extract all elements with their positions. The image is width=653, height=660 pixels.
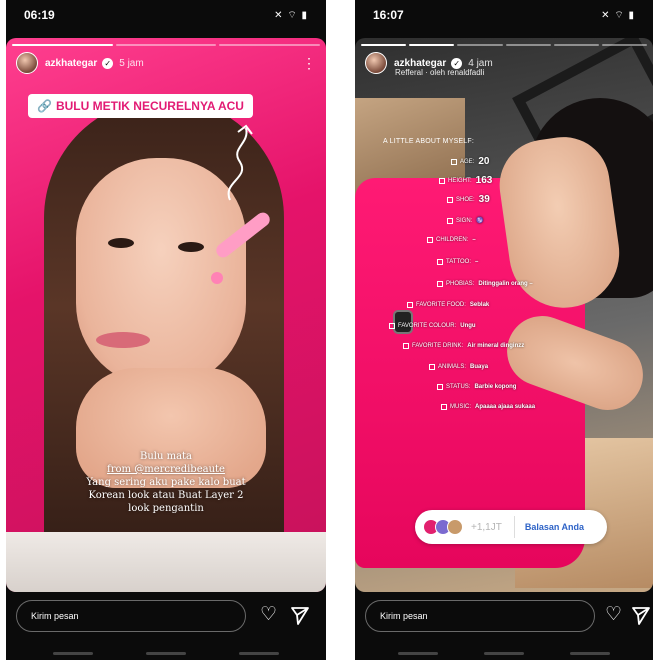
about-row: STATUS: Barbie kopong <box>437 384 516 390</box>
about-row: SHOE: 39 <box>447 194 490 205</box>
story-screen-left: 06:19 ✕ ⌔ ▮ azkhategar ✓ 5 jam ⋮ 🔗 BULU … <box>6 0 326 660</box>
story-progress <box>361 44 648 46</box>
more-options-icon[interactable]: ⋮ <box>302 56 316 70</box>
link-sticker[interactable]: 🔗 BULU METIK NECURELNYA ACU <box>28 94 253 118</box>
about-row: MUSIC: Apaaaa ajaaa sukaaa <box>441 404 535 410</box>
status-bar: 16:07 ✕ ⌔ ▮ <box>355 0 653 30</box>
message-input[interactable]: Kirim pesan <box>16 600 246 632</box>
send-icon[interactable] <box>290 604 310 626</box>
system-nav-bar <box>355 652 653 655</box>
about-row: HEIGHT: 163 <box>439 175 492 186</box>
status-bar: 06:19 ✕ ⌔ ▮ <box>6 0 326 30</box>
about-title: A LITTLE ABOUT MYSELF: <box>383 138 475 145</box>
about-row: TATTOO: – <box>437 259 478 265</box>
username[interactable]: azkhategar <box>394 58 446 69</box>
reply-avatar <box>447 519 463 535</box>
story-screen-right: 16:07 ✕ ⌔ ▮ azkhategar ✓ 4 jam Refferal … <box>355 0 653 660</box>
status-icons: ✕ ⌔ ▮ <box>601 9 635 21</box>
message-input[interactable]: Kirim pesan <box>365 600 595 632</box>
about-row: AGE: 20 <box>451 156 489 167</box>
about-row: PHOBIAS: Ditinggalin orang – <box>437 281 533 287</box>
heart-icon[interactable]: ♡ <box>260 604 277 626</box>
avatar[interactable] <box>16 52 38 74</box>
your-replies-button[interactable]: Balasan Anda <box>525 522 584 532</box>
story-footer: Kirim pesan ♡ <box>6 592 326 660</box>
about-row: CHILDREN: – <box>427 237 476 243</box>
replies-pill[interactable]: +1,1JT Balasan Anda <box>415 510 607 544</box>
reply-count: +1,1JT <box>471 521 502 533</box>
story-header: azkhategar ✓ 5 jam ⋮ <box>16 52 316 74</box>
link-icon: 🔗 <box>37 99 52 113</box>
story-content[interactable]: azkhategar ✓ 5 jam ⋮ 🔗 BULU METIK NECURE… <box>6 38 326 592</box>
send-icon[interactable] <box>631 604 651 626</box>
status-time: 06:19 <box>24 8 55 22</box>
about-row: FAVORITE COLOUR: Ungu <box>389 323 476 329</box>
post-time: 5 jam <box>119 57 144 69</box>
link-sticker-text: BULU METIK NECURELNYA ACU <box>55 99 244 113</box>
about-row: SIGN: ♑ <box>447 217 484 224</box>
post-time: 4 jam <box>468 57 493 69</box>
verified-icon: ✓ <box>451 57 463 69</box>
story-caption: Bulu mata from @mercredibeaute Yang seri… <box>6 450 326 515</box>
story-content[interactable]: azkhategar ✓ 4 jam Refferal · oleh renal… <box>355 38 653 592</box>
status-icons: ✕ ⌔ ▮ <box>274 9 308 21</box>
about-row: ANIMALS: Buaya <box>429 364 488 370</box>
story-footer: Kirim pesan ♡ <box>355 592 653 660</box>
system-nav-bar <box>6 652 326 655</box>
story-progress <box>12 44 321 46</box>
status-time: 16:07 <box>373 8 404 22</box>
heart-icon[interactable]: ♡ <box>605 604 622 626</box>
drawn-arrow-icon <box>227 124 253 201</box>
verified-icon: ✓ <box>102 57 114 69</box>
mention-link[interactable]: from @mercredibeaute <box>6 463 326 476</box>
about-row: FAVORITE FOOD: Seblak <box>407 302 489 308</box>
about-row: FAVORITE DRINK: Air mineral dinginzz <box>403 343 524 349</box>
watch <box>393 310 413 334</box>
story-subtitle[interactable]: Refferal · oleh renaldfadli <box>395 68 484 77</box>
username[interactable]: azkhategar <box>45 58 97 69</box>
avatar[interactable] <box>365 52 387 74</box>
